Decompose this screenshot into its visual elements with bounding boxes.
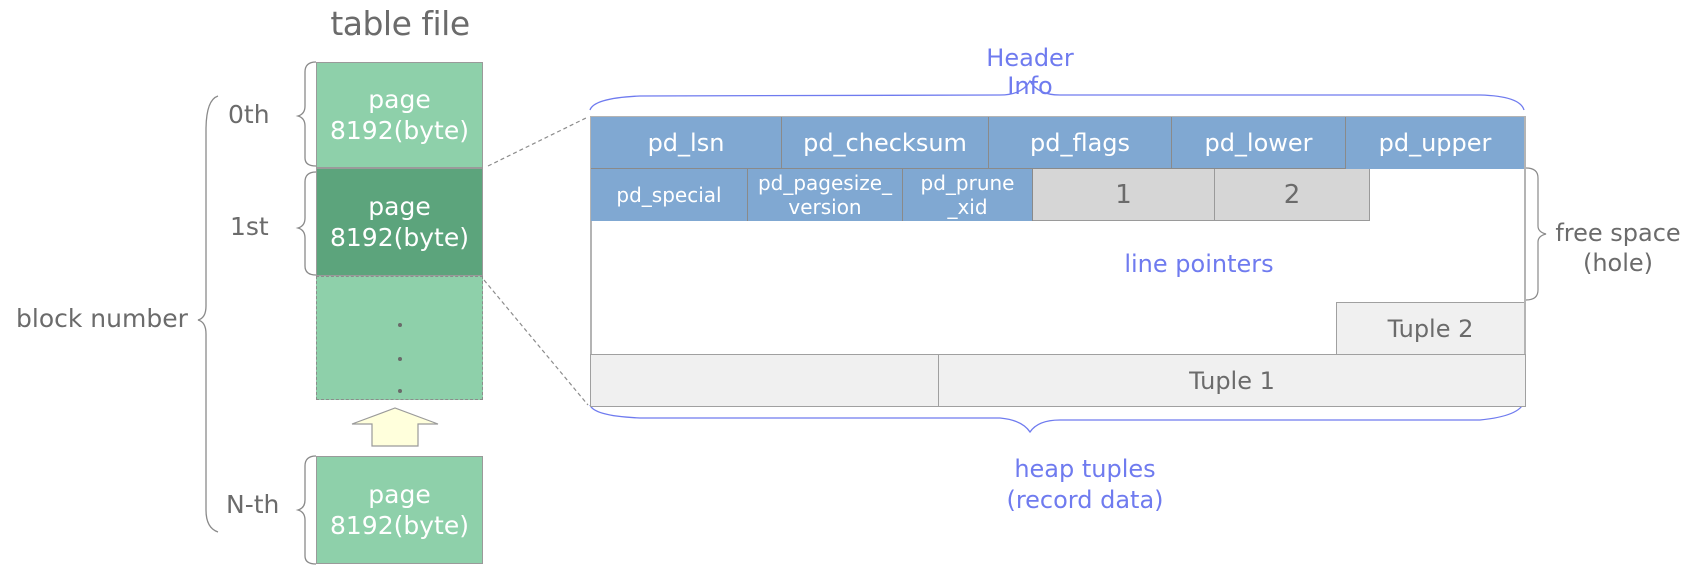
field-name-line1: pd_prune [920, 171, 1015, 195]
heap-tuples-label: heap tuples (record data) [990, 454, 1180, 516]
block-number-brace [197, 95, 219, 533]
page-nth[interactable]: page 8192(byte) [316, 456, 483, 564]
free-space-label-line1: free space [1555, 219, 1681, 247]
table-file-title: table file [330, 4, 470, 43]
ellipsis-dot [398, 389, 402, 393]
header-pd-upper[interactable]: pd_upper [1346, 117, 1524, 169]
page-size: 8192(byte) [330, 116, 469, 145]
header-pd-special[interactable]: pd_special [591, 169, 748, 221]
block-label-nth: N-th [226, 490, 280, 519]
tuple-1-padding [590, 354, 938, 407]
page-0th[interactable]: page 8192(byte) [316, 62, 483, 168]
field-name-line2: version [788, 195, 862, 219]
block-label-0th: 0th [228, 100, 270, 129]
page-label: page [368, 192, 431, 221]
header-pd-checksum[interactable]: pd_checksum [782, 117, 989, 169]
field-name: pd_special [616, 183, 722, 207]
heap-tuples-label-line1: heap tuples [1014, 455, 1156, 483]
zoom-line-bottom [483, 279, 589, 406]
up-arrow-icon [351, 407, 439, 447]
header-pd-lsn[interactable]: pd_lsn [591, 117, 782, 169]
line-pointer-2[interactable]: 2 [1215, 169, 1370, 221]
heap-tuples-label-line2: (record data) [1006, 486, 1164, 514]
header-pd-lower[interactable]: pd_lower [1172, 117, 1346, 169]
page-label: page [368, 480, 431, 509]
header-pd-flags[interactable]: pd_flags [989, 117, 1172, 169]
header-info-label: Header Info [986, 44, 1074, 100]
tuple-2[interactable]: Tuple 2 [1336, 302, 1524, 355]
page-label: page [368, 85, 431, 114]
brace-0th [295, 61, 317, 167]
header-pd-prune-xid[interactable]: pd_prune _xid [903, 169, 1033, 221]
line-pointer-1[interactable]: 1 [1033, 169, 1215, 221]
block-number-label: block number [16, 304, 188, 333]
field-name-line2: _xid [947, 195, 988, 219]
tuple-1[interactable]: Tuple 1 [938, 354, 1526, 407]
free-space-label: free space (hole) [1548, 218, 1688, 278]
free-space-brace [1525, 167, 1547, 301]
free-space-label-line2: (hole) [1582, 249, 1654, 277]
field-name-line1: pd_pagesize_ [757, 171, 893, 195]
ellipsis-dot [398, 357, 402, 361]
pages-ellipsis [316, 276, 483, 400]
block-label-1st: 1st [230, 212, 269, 241]
header-pd-pagesize-version[interactable]: pd_pagesize_ version [748, 169, 903, 221]
zoom-line-top [487, 116, 589, 167]
brace-1st [295, 171, 317, 276]
page-size: 8192(byte) [330, 511, 469, 540]
ellipsis-dot [398, 323, 402, 327]
page-1st[interactable]: page 8192(byte) [316, 168, 483, 276]
brace-nth [295, 455, 317, 565]
line-pointers-label: line pointers [1124, 250, 1274, 278]
page-size: 8192(byte) [330, 223, 469, 252]
